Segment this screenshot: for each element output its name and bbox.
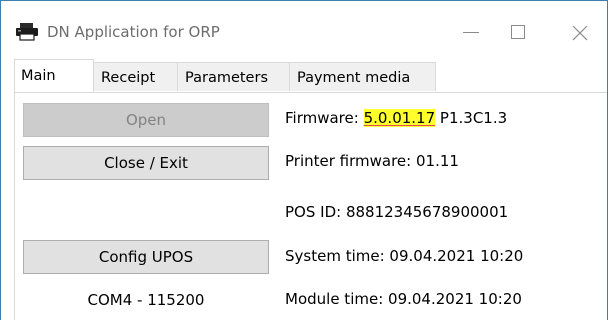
tab-payment-media[interactable]: Payment media (290, 62, 436, 91)
close-icon (572, 25, 588, 41)
firmware-label: Firmware: (285, 109, 364, 127)
window-title: DN Application for ORP (47, 23, 220, 41)
main-tab-panel: Open Close / Exit Config UPOS COM4 - 115… (14, 92, 607, 320)
title-bar[interactable]: DN Application for ORP (1, 1, 607, 55)
system-time-info: System time: 09.04.2021 10:20 (285, 247, 524, 265)
close-window-button[interactable] (557, 19, 603, 47)
firmware-info: Firmware: 5.0.01.17 P1.3C1.3 (285, 109, 507, 127)
minimize-button[interactable] (447, 19, 493, 47)
config-upos-button[interactable]: Config UPOS (23, 240, 269, 274)
tab-parameters[interactable]: Parameters (178, 62, 290, 91)
module-time-info: Module time: 09.04.2021 10:20 (285, 290, 522, 308)
tab-main[interactable]: Main (14, 59, 94, 92)
printer-firmware-info: Printer firmware: 01.11 (285, 152, 459, 170)
firmware-version: 5.0.01.17 (363, 109, 436, 127)
maximize-button[interactable] (495, 19, 541, 47)
printer-icon (15, 23, 39, 41)
tab-strip: Main Receipt Parameters Payment media (14, 59, 436, 92)
tab-receipt[interactable]: Receipt (94, 62, 178, 91)
open-button[interactable]: Open (23, 103, 269, 137)
firmware-suffix: P1.3C1.3 (435, 109, 508, 127)
com-port-label: COM4 - 115200 (87, 291, 205, 309)
close-exit-button[interactable]: Close / Exit (23, 146, 269, 180)
pos-id-info: POS ID: 88812345678900001 (285, 203, 509, 221)
app-window: DN Application for ORP Main Receipt Para… (0, 0, 608, 320)
